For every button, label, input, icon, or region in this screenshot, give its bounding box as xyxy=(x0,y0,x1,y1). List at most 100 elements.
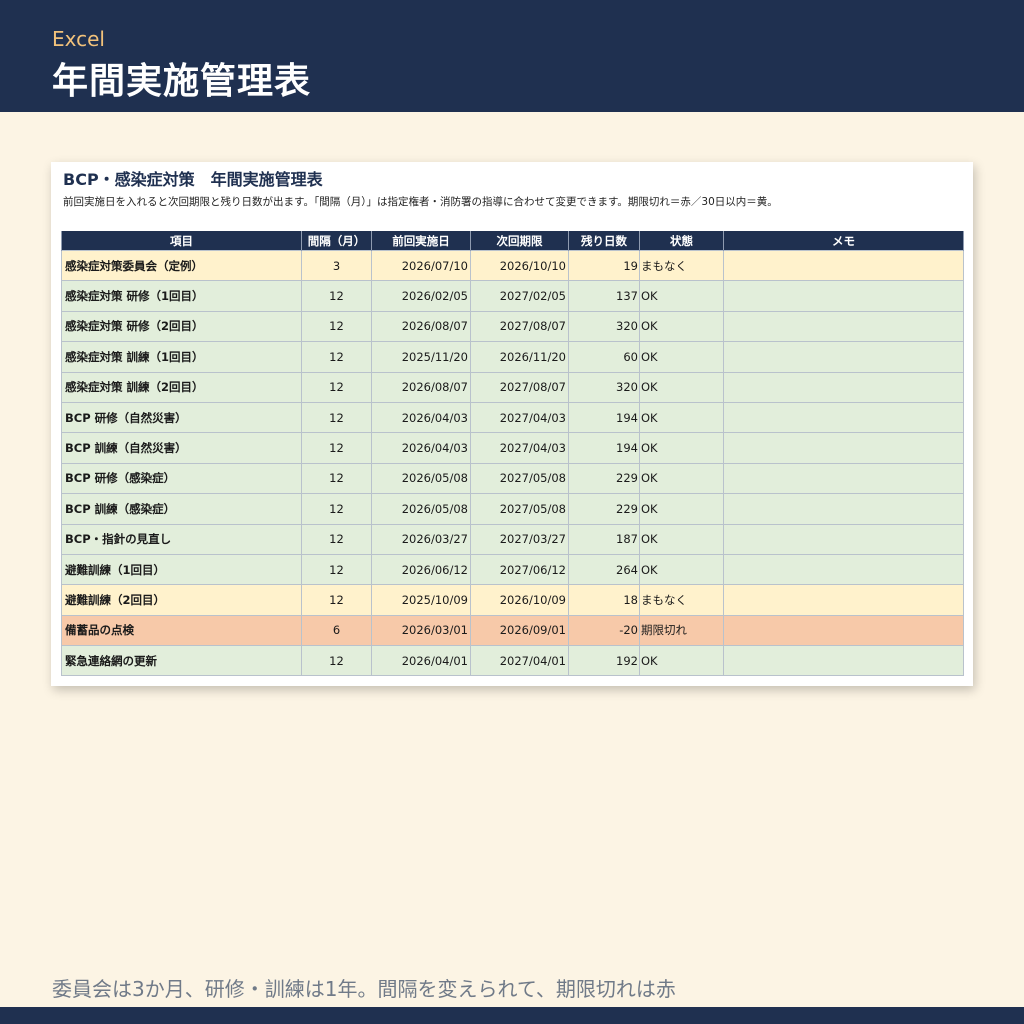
cell-interval[interactable]: 12 xyxy=(301,401,372,434)
cell-item[interactable]: 感染症対策委員会（定例） xyxy=(61,249,302,282)
cell-next-due[interactable]: 2027/03/27 xyxy=(470,523,569,555)
cell-last-date[interactable]: 2026/07/10 xyxy=(371,249,471,282)
cell-item[interactable]: 感染症対策 訓練（1回目） xyxy=(61,341,302,373)
cell-status[interactable]: OK xyxy=(639,645,724,677)
cell-interval[interactable]: 12 xyxy=(301,432,372,464)
cell-interval[interactable]: 12 xyxy=(301,553,372,586)
cell-memo[interactable] xyxy=(723,614,964,647)
cell-status[interactable]: OK xyxy=(639,371,724,403)
cell-last-date[interactable]: 2026/04/01 xyxy=(371,645,471,677)
cell-days-left[interactable]: 229 xyxy=(568,462,640,495)
cell-item[interactable]: BCP 訓練（感染症） xyxy=(61,493,302,525)
cell-last-date[interactable]: 2025/11/20 xyxy=(371,341,471,373)
cell-item[interactable]: BCP 研修（感染症） xyxy=(61,462,302,495)
cell-next-due[interactable]: 2027/04/01 xyxy=(470,645,569,677)
cell-next-due[interactable]: 2026/10/10 xyxy=(470,249,569,282)
cell-memo[interactable] xyxy=(723,401,964,434)
cell-interval[interactable]: 6 xyxy=(301,614,372,647)
cell-memo[interactable] xyxy=(723,432,964,464)
cell-item[interactable]: 避難訓練（2回目） xyxy=(61,584,302,616)
cell-interval[interactable]: 12 xyxy=(301,462,372,495)
column-header-memo[interactable]: メモ xyxy=(723,231,964,251)
cell-days-left[interactable]: 192 xyxy=(568,645,640,677)
cell-interval[interactable]: 12 xyxy=(301,584,372,616)
cell-next-due[interactable]: 2027/05/08 xyxy=(470,462,569,495)
cell-status[interactable]: OK xyxy=(639,280,724,312)
column-header-interval[interactable]: 間隔（月） xyxy=(301,231,372,251)
cell-memo[interactable] xyxy=(723,584,964,616)
cell-last-date[interactable]: 2026/04/03 xyxy=(371,432,471,464)
cell-next-due[interactable]: 2027/06/12 xyxy=(470,553,569,586)
cell-status[interactable]: OK xyxy=(639,310,724,343)
cell-item[interactable]: 備蓄品の点検 xyxy=(61,614,302,647)
cell-memo[interactable] xyxy=(723,280,964,312)
cell-days-left[interactable]: 320 xyxy=(568,371,640,403)
column-header-last-date[interactable]: 前回実施日 xyxy=(371,231,471,251)
cell-memo[interactable] xyxy=(723,553,964,586)
column-header-item[interactable]: 項目 xyxy=(61,231,302,251)
cell-interval[interactable]: 12 xyxy=(301,280,372,312)
cell-status[interactable]: OK xyxy=(639,401,724,434)
cell-status[interactable]: OK xyxy=(639,553,724,586)
cell-days-left[interactable]: 320 xyxy=(568,310,640,343)
cell-days-left[interactable]: 60 xyxy=(568,341,640,373)
cell-status[interactable]: まもなく xyxy=(639,584,724,616)
cell-item[interactable]: BCP 訓練（自然災害） xyxy=(61,432,302,464)
cell-days-left[interactable]: 187 xyxy=(568,523,640,555)
cell-status[interactable]: OK xyxy=(639,523,724,555)
column-header-status[interactable]: 状態 xyxy=(639,231,724,251)
cell-days-left[interactable]: -20 xyxy=(568,614,640,647)
cell-interval[interactable]: 12 xyxy=(301,523,372,555)
cell-interval[interactable]: 12 xyxy=(301,310,372,343)
cell-days-left[interactable]: 194 xyxy=(568,432,640,464)
cell-last-date[interactable]: 2026/05/08 xyxy=(371,493,471,525)
cell-last-date[interactable]: 2026/04/03 xyxy=(371,401,471,434)
cell-last-date[interactable]: 2026/03/27 xyxy=(371,523,471,555)
cell-interval[interactable]: 12 xyxy=(301,371,372,403)
cell-days-left[interactable]: 194 xyxy=(568,401,640,434)
cell-item[interactable]: BCP 研修（自然災害） xyxy=(61,401,302,434)
cell-interval[interactable]: 3 xyxy=(301,249,372,282)
cell-next-due[interactable]: 2027/04/03 xyxy=(470,401,569,434)
cell-days-left[interactable]: 264 xyxy=(568,553,640,586)
cell-next-due[interactable]: 2027/04/03 xyxy=(470,432,569,464)
cell-last-date[interactable]: 2026/08/07 xyxy=(371,371,471,403)
cell-next-due[interactable]: 2027/02/05 xyxy=(470,280,569,312)
cell-next-due[interactable]: 2026/11/20 xyxy=(470,341,569,373)
cell-memo[interactable] xyxy=(723,310,964,343)
cell-last-date[interactable]: 2026/02/05 xyxy=(371,280,471,312)
cell-memo[interactable] xyxy=(723,249,964,282)
cell-status[interactable]: まもなく xyxy=(639,249,724,282)
cell-item[interactable]: 感染症対策 研修（1回目） xyxy=(61,280,302,312)
cell-last-date[interactable]: 2026/08/07 xyxy=(371,310,471,343)
cell-last-date[interactable]: 2026/05/08 xyxy=(371,462,471,495)
cell-interval[interactable]: 12 xyxy=(301,341,372,373)
cell-next-due[interactable]: 2026/10/09 xyxy=(470,584,569,616)
cell-memo[interactable] xyxy=(723,645,964,677)
cell-item[interactable]: BCP・指針の見直し xyxy=(61,523,302,555)
cell-item[interactable]: 感染症対策 研修（2回目） xyxy=(61,310,302,343)
cell-item[interactable]: 感染症対策 訓練（2回目） xyxy=(61,371,302,403)
cell-days-left[interactable]: 18 xyxy=(568,584,640,616)
cell-next-due[interactable]: 2027/08/07 xyxy=(470,310,569,343)
cell-memo[interactable] xyxy=(723,371,964,403)
cell-item[interactable]: 緊急連絡網の更新 xyxy=(61,645,302,677)
cell-status[interactable]: OK xyxy=(639,462,724,495)
cell-days-left[interactable]: 19 xyxy=(568,249,640,282)
cell-next-due[interactable]: 2027/05/08 xyxy=(470,493,569,525)
column-header-next-due[interactable]: 次回期限 xyxy=(470,231,569,251)
cell-memo[interactable] xyxy=(723,493,964,525)
cell-next-due[interactable]: 2027/08/07 xyxy=(470,371,569,403)
cell-status[interactable]: 期限切れ xyxy=(639,614,724,647)
cell-memo[interactable] xyxy=(723,462,964,495)
cell-status[interactable]: OK xyxy=(639,341,724,373)
cell-interval[interactable]: 12 xyxy=(301,493,372,525)
cell-memo[interactable] xyxy=(723,523,964,555)
column-header-days-left[interactable]: 残り日数 xyxy=(568,231,640,251)
cell-last-date[interactable]: 2025/10/09 xyxy=(371,584,471,616)
cell-memo[interactable] xyxy=(723,341,964,373)
cell-next-due[interactable]: 2026/09/01 xyxy=(470,614,569,647)
cell-last-date[interactable]: 2026/03/01 xyxy=(371,614,471,647)
cell-status[interactable]: OK xyxy=(639,432,724,464)
cell-status[interactable]: OK xyxy=(639,493,724,525)
